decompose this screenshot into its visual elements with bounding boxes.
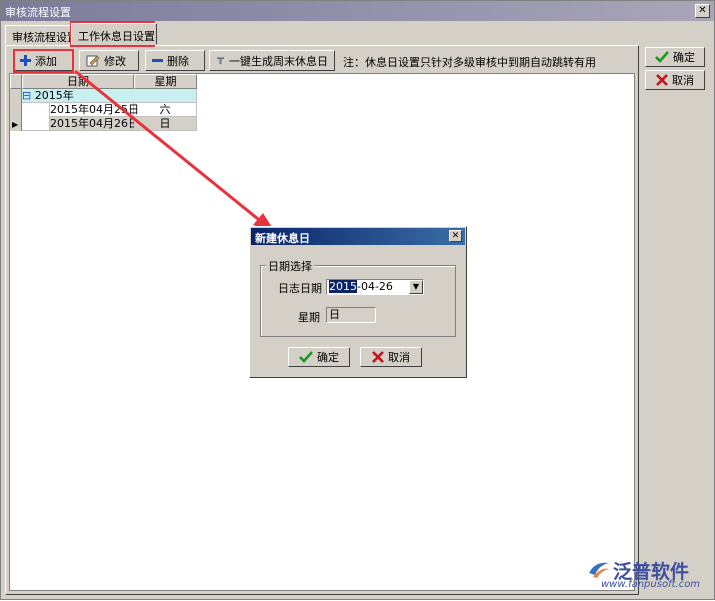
weekday-label: 星期 bbox=[298, 311, 320, 324]
tab-label: 工作休息日设置 bbox=[78, 30, 155, 43]
chevron-down-icon: ▼ bbox=[412, 282, 420, 291]
date-value-selected: 2015 bbox=[329, 280, 357, 293]
new-rest-day-dialog: 新建休息日 ✕ 日期选择 日志日期 2015-04-26 ▼ 星期 日 确定 取… bbox=[249, 226, 467, 378]
check-icon bbox=[299, 351, 313, 363]
brand-url: www.fanpusoft.com bbox=[601, 579, 701, 590]
dialog-title-bar: 新建休息日 ✕ bbox=[251, 228, 465, 245]
tab-workday-rest[interactable]: 工作休息日设置 bbox=[71, 23, 157, 45]
watermark-logo: 泛普软件 www.fanpusoft.com bbox=[585, 557, 713, 593]
main-window: 审核流程设置 ✕ 审核流程设置 工作休息日设置 添加 修改 删除 一键生成周末休… bbox=[0, 0, 715, 600]
date-select-group bbox=[260, 265, 456, 337]
group-label: 日期选择 bbox=[266, 258, 314, 274]
dropdown-button[interactable]: ▼ bbox=[409, 280, 423, 294]
date-picker[interactable]: 2015-04-26 ▼ bbox=[326, 279, 424, 295]
weekday-field: 日 bbox=[326, 307, 376, 323]
dialog-ok-button[interactable]: 确定 bbox=[288, 347, 350, 367]
date-label: 日志日期 bbox=[278, 282, 322, 295]
dialog-close-button[interactable]: ✕ bbox=[449, 230, 462, 242]
close-icon: ✕ bbox=[451, 231, 460, 241]
dialog-cancel-button[interactable]: 取消 bbox=[360, 347, 422, 367]
brand-logo-icon bbox=[589, 562, 609, 578]
date-value-rest: -04-26 bbox=[357, 280, 393, 293]
cross-icon bbox=[372, 351, 384, 363]
dialog-title: 新建休息日 bbox=[255, 232, 310, 245]
